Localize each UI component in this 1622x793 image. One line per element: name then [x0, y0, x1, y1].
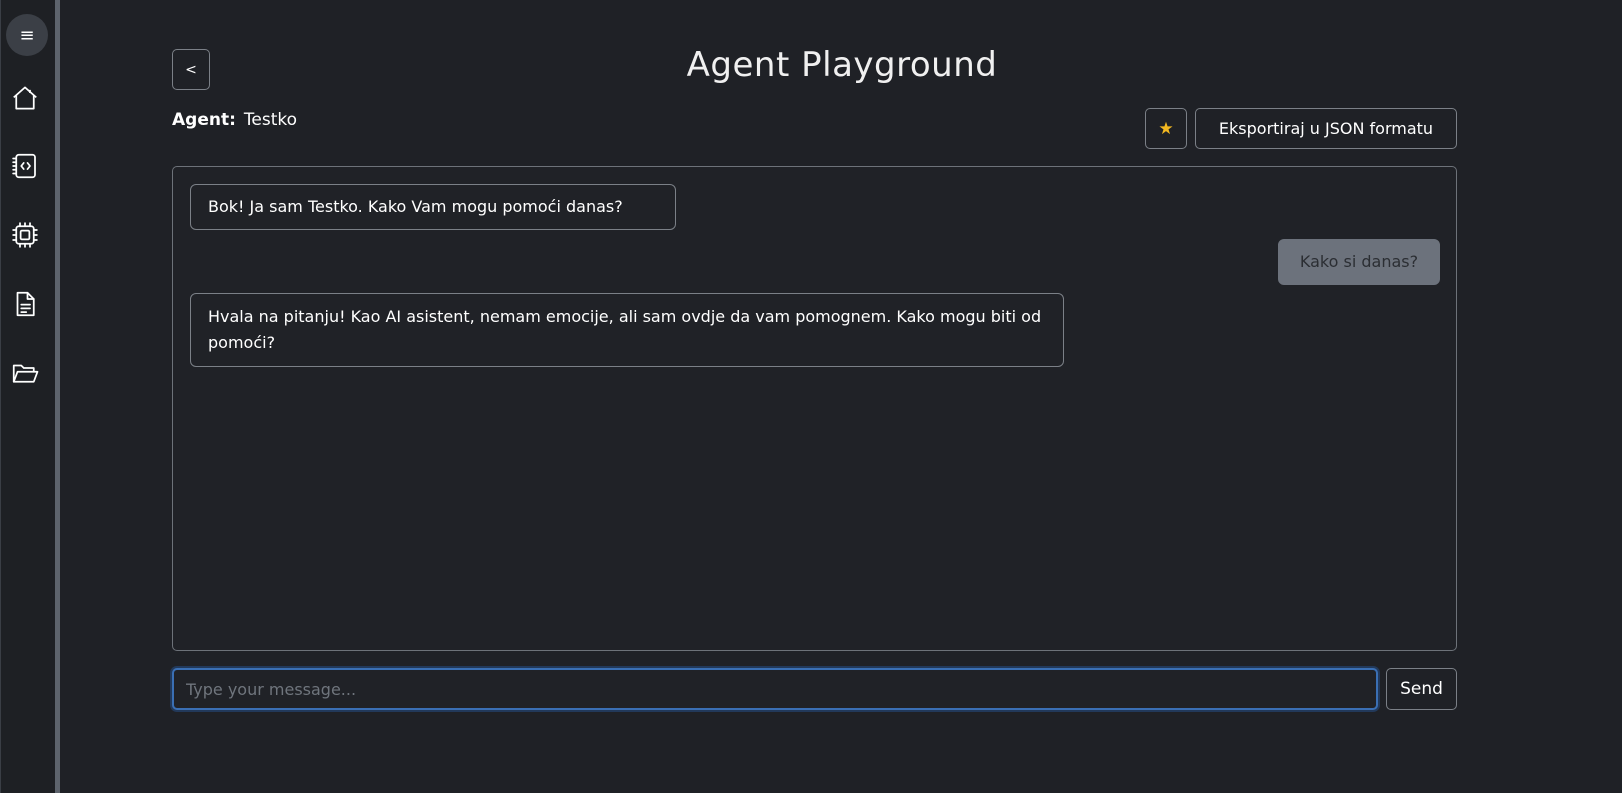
agent-info: Agent: Testko — [172, 110, 297, 130]
sidebar-item-code[interactable] — [9, 150, 41, 182]
back-button[interactable]: < — [172, 49, 210, 90]
export-json-button[interactable]: Eksportiraj u JSON formatu — [1195, 108, 1457, 149]
send-button[interactable]: Send — [1386, 668, 1457, 710]
home-icon — [13, 86, 37, 110]
sidebar: ≡ — [0, 0, 56, 793]
code-file-icon — [12, 153, 36, 179]
menu-toggle-button[interactable]: ≡ — [6, 14, 48, 56]
chat-history[interactable]: Bok! Ja sam Testko. Kako Vam mogu pomoći… — [172, 166, 1457, 651]
sidebar-item-folder[interactable] — [9, 357, 41, 389]
assistant-message: Hvala na pitanju! Kao AI asistent, nemam… — [190, 293, 1064, 367]
chip-icon — [12, 222, 38, 248]
sidebar-item-home[interactable] — [9, 82, 41, 114]
sidebar-item-document[interactable] — [9, 288, 41, 320]
user-message: Kako si danas? — [1278, 239, 1440, 285]
star-icon: ★ — [1158, 118, 1174, 138]
document-icon — [16, 291, 35, 317]
agent-name: Testko — [243, 110, 298, 130]
agent-label: Agent: — [172, 110, 236, 130]
folder-icon — [12, 364, 39, 383]
sidebar-item-chip[interactable] — [9, 219, 41, 251]
assistant-message: Bok! Ja sam Testko. Kako Vam mogu pomoći… — [190, 184, 676, 230]
page-title: Agent Playground — [686, 45, 998, 85]
menu-icon: ≡ — [19, 24, 35, 46]
favorite-button[interactable]: ★ — [1145, 108, 1187, 149]
sidebar-resize-handle[interactable] — [55, 0, 60, 793]
message-input[interactable] — [172, 668, 1378, 710]
